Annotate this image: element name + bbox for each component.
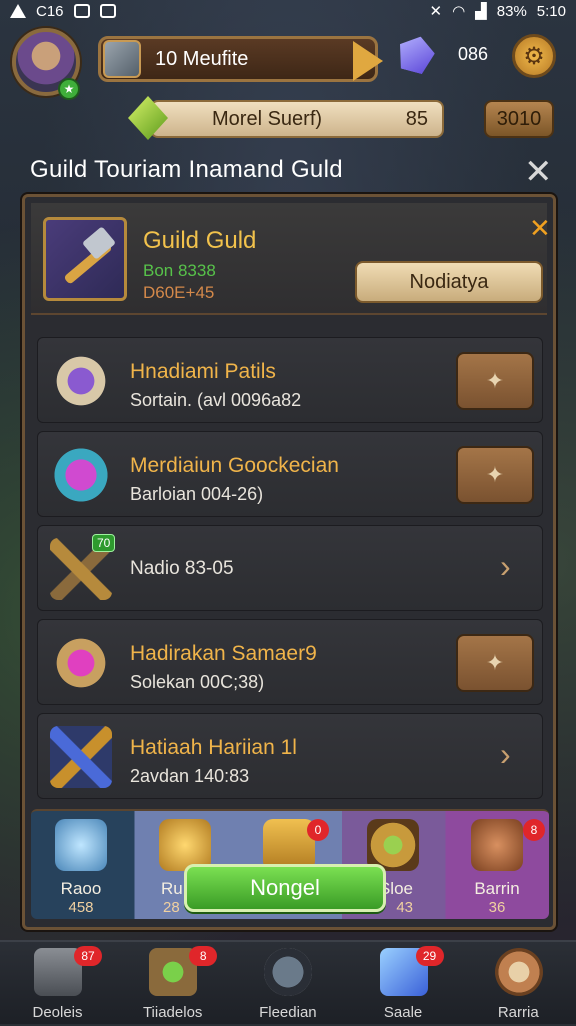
nav-item-fleedian[interactable]: Fleedian (230, 942, 345, 1026)
status-time: C16 (36, 2, 64, 20)
player-name: 10 Meufite (155, 47, 249, 70)
list-item[interactable]: Merdiaiun Goockecian Barloian 004-26) ✦ (37, 431, 543, 517)
panel-title: Guild Touriam Inamand Guld (30, 156, 343, 183)
nav-badge: 8 (189, 946, 218, 966)
guild-name: Guild Guld (143, 227, 257, 254)
nav-item-deoleis[interactable]: 87 Deoleis (0, 942, 115, 1026)
pin-icon: ✦ (485, 368, 505, 393)
inventory-count: 36 (488, 899, 506, 916)
warning-icon (10, 4, 26, 18)
shield-icon (50, 350, 112, 412)
guild-list: Hnadiami Patils Sortain. (avl 0096a82 ✦ … (37, 337, 543, 807)
status-bar: C16 ✕ ◠ ▟ 83% 5:10 (0, 0, 576, 22)
guild-bonus: Bon 8338 (143, 261, 216, 280)
pin-button[interactable]: ✦ (456, 352, 534, 410)
item-level-badge: 70 (92, 534, 116, 552)
chevron-right-icon[interactable]: › (500, 736, 511, 773)
item-subtitle: Solekan 00C;38) (130, 672, 265, 692)
gear-icon: ⚙ (523, 42, 545, 70)
item-subtitle: Barloian 004-26) (130, 484, 264, 504)
nav-label: Tiiadelos (142, 1004, 203, 1021)
inventory-item[interactable]: 8 Barrin 36 (447, 817, 547, 917)
resource-plate: Morel Suerf) 85 (150, 100, 444, 138)
nav-label: Rarria (497, 1004, 539, 1021)
resource-label: Morel Suerf) (212, 107, 323, 130)
hammer-head (81, 226, 117, 260)
list-item[interactable]: 70 Nadio 83-05 › (37, 525, 543, 611)
top-bar: ★ 10 Meufite 086 ⚙ (0, 26, 576, 100)
bottom-nav: 87 Deoleis 8 Tiiadelos Fleedian 29 Saale… (0, 940, 576, 1024)
nav-badge: 87 (74, 946, 102, 966)
item-title: Merdiaiun Goockecian (130, 454, 339, 477)
crystal-shield-icon (50, 632, 112, 694)
inventory-label: Raoo (60, 879, 102, 898)
inventory-item[interactable]: Raoo 458 (31, 817, 131, 917)
gem-count: 086 (458, 44, 489, 64)
inventory-count: 458 (68, 899, 94, 916)
main-action-button[interactable]: Nongel (184, 864, 386, 912)
player-name-plate[interactable]: 10 Meufite (98, 36, 383, 82)
nav-item-rarria[interactable]: Rarria (461, 942, 576, 1026)
mute-icon: ✕ (429, 3, 443, 20)
item-title: Hatiaah Hariian 1l (130, 736, 297, 759)
pin-icon: ✦ (485, 650, 505, 675)
inventory-badge: 0 (307, 819, 329, 841)
signal-icon: ▟ (475, 3, 487, 20)
chevron-right-icon[interactable]: › (500, 548, 511, 585)
card-close-icon[interactable]: ✕ (529, 213, 551, 244)
item-title: Hnadiami Patils (130, 360, 276, 383)
pin-icon: ✦ (485, 462, 505, 487)
inventory-label: Barrin (474, 879, 520, 898)
arrow-right-icon (353, 41, 383, 81)
crossed-swords-icon (50, 726, 112, 788)
resource-value: 85 (405, 107, 428, 130)
guild-panel: Guild Guld Bon 8338 D60E+45 Nodiatya ✕ H… (22, 194, 556, 930)
guild-hammer-icon (43, 217, 127, 301)
rank-emblem-icon (103, 40, 141, 78)
app-icon (73, 4, 90, 18)
pin-button[interactable]: ✦ (456, 634, 534, 692)
item-subtitle: Sortain. (avl 0096a82 (130, 390, 302, 410)
close-icon[interactable]: ✕ (524, 152, 553, 192)
helmet-icon (55, 819, 107, 871)
knight-helmet-icon (264, 948, 313, 996)
demon-mask-icon (50, 444, 112, 506)
pin-button[interactable]: ✦ (456, 446, 534, 504)
nav-item-tiiadelos[interactable]: 8 Tiiadelos (115, 942, 230, 1026)
item-subtitle: Nadio 83-05 (130, 558, 234, 579)
list-item[interactable]: Hatiaah Hariian 1l 2avdan 140:83 › (37, 713, 543, 799)
guild-action-button[interactable]: Nodiatya (355, 261, 543, 303)
nav-label: Saale (383, 1004, 423, 1021)
resource-button[interactable]: 3010 (484, 100, 554, 138)
resource-row: Morel Suerf) 85 3010 (0, 96, 576, 142)
guild-stat: D60E+45 (143, 283, 215, 302)
gem-icon (394, 32, 438, 76)
nav-label: Fleedian (259, 1004, 317, 1021)
item-title: Hadirakan Samaer9 (130, 642, 317, 665)
bell-icon (471, 819, 523, 871)
status-clock: 5:10 (536, 2, 566, 20)
list-item[interactable]: Hadirakan Samaer9 Solekan 00C;38) ✦ (37, 619, 543, 705)
nav-label: Deoleis (32, 1004, 83, 1021)
wifi-icon: ◠ (452, 3, 466, 20)
screenshot-icon (99, 4, 116, 18)
nav-item-saale[interactable]: 29 Saale (346, 942, 461, 1026)
battery-level: 83% (496, 2, 527, 20)
item-subtitle: 2avdan 140:83 (130, 766, 250, 786)
nav-badge: 29 (415, 946, 444, 966)
guild-card: Guild Guld Bon 8338 D60E+45 Nodiatya ✕ (31, 203, 551, 315)
inventory-badge: 8 (523, 819, 545, 841)
settings-gear-button[interactable]: ⚙ (512, 34, 556, 78)
snail-shell-icon (494, 948, 543, 996)
list-item[interactable]: Hnadiami Patils Sortain. (avl 0096a82 ✦ (37, 337, 543, 423)
